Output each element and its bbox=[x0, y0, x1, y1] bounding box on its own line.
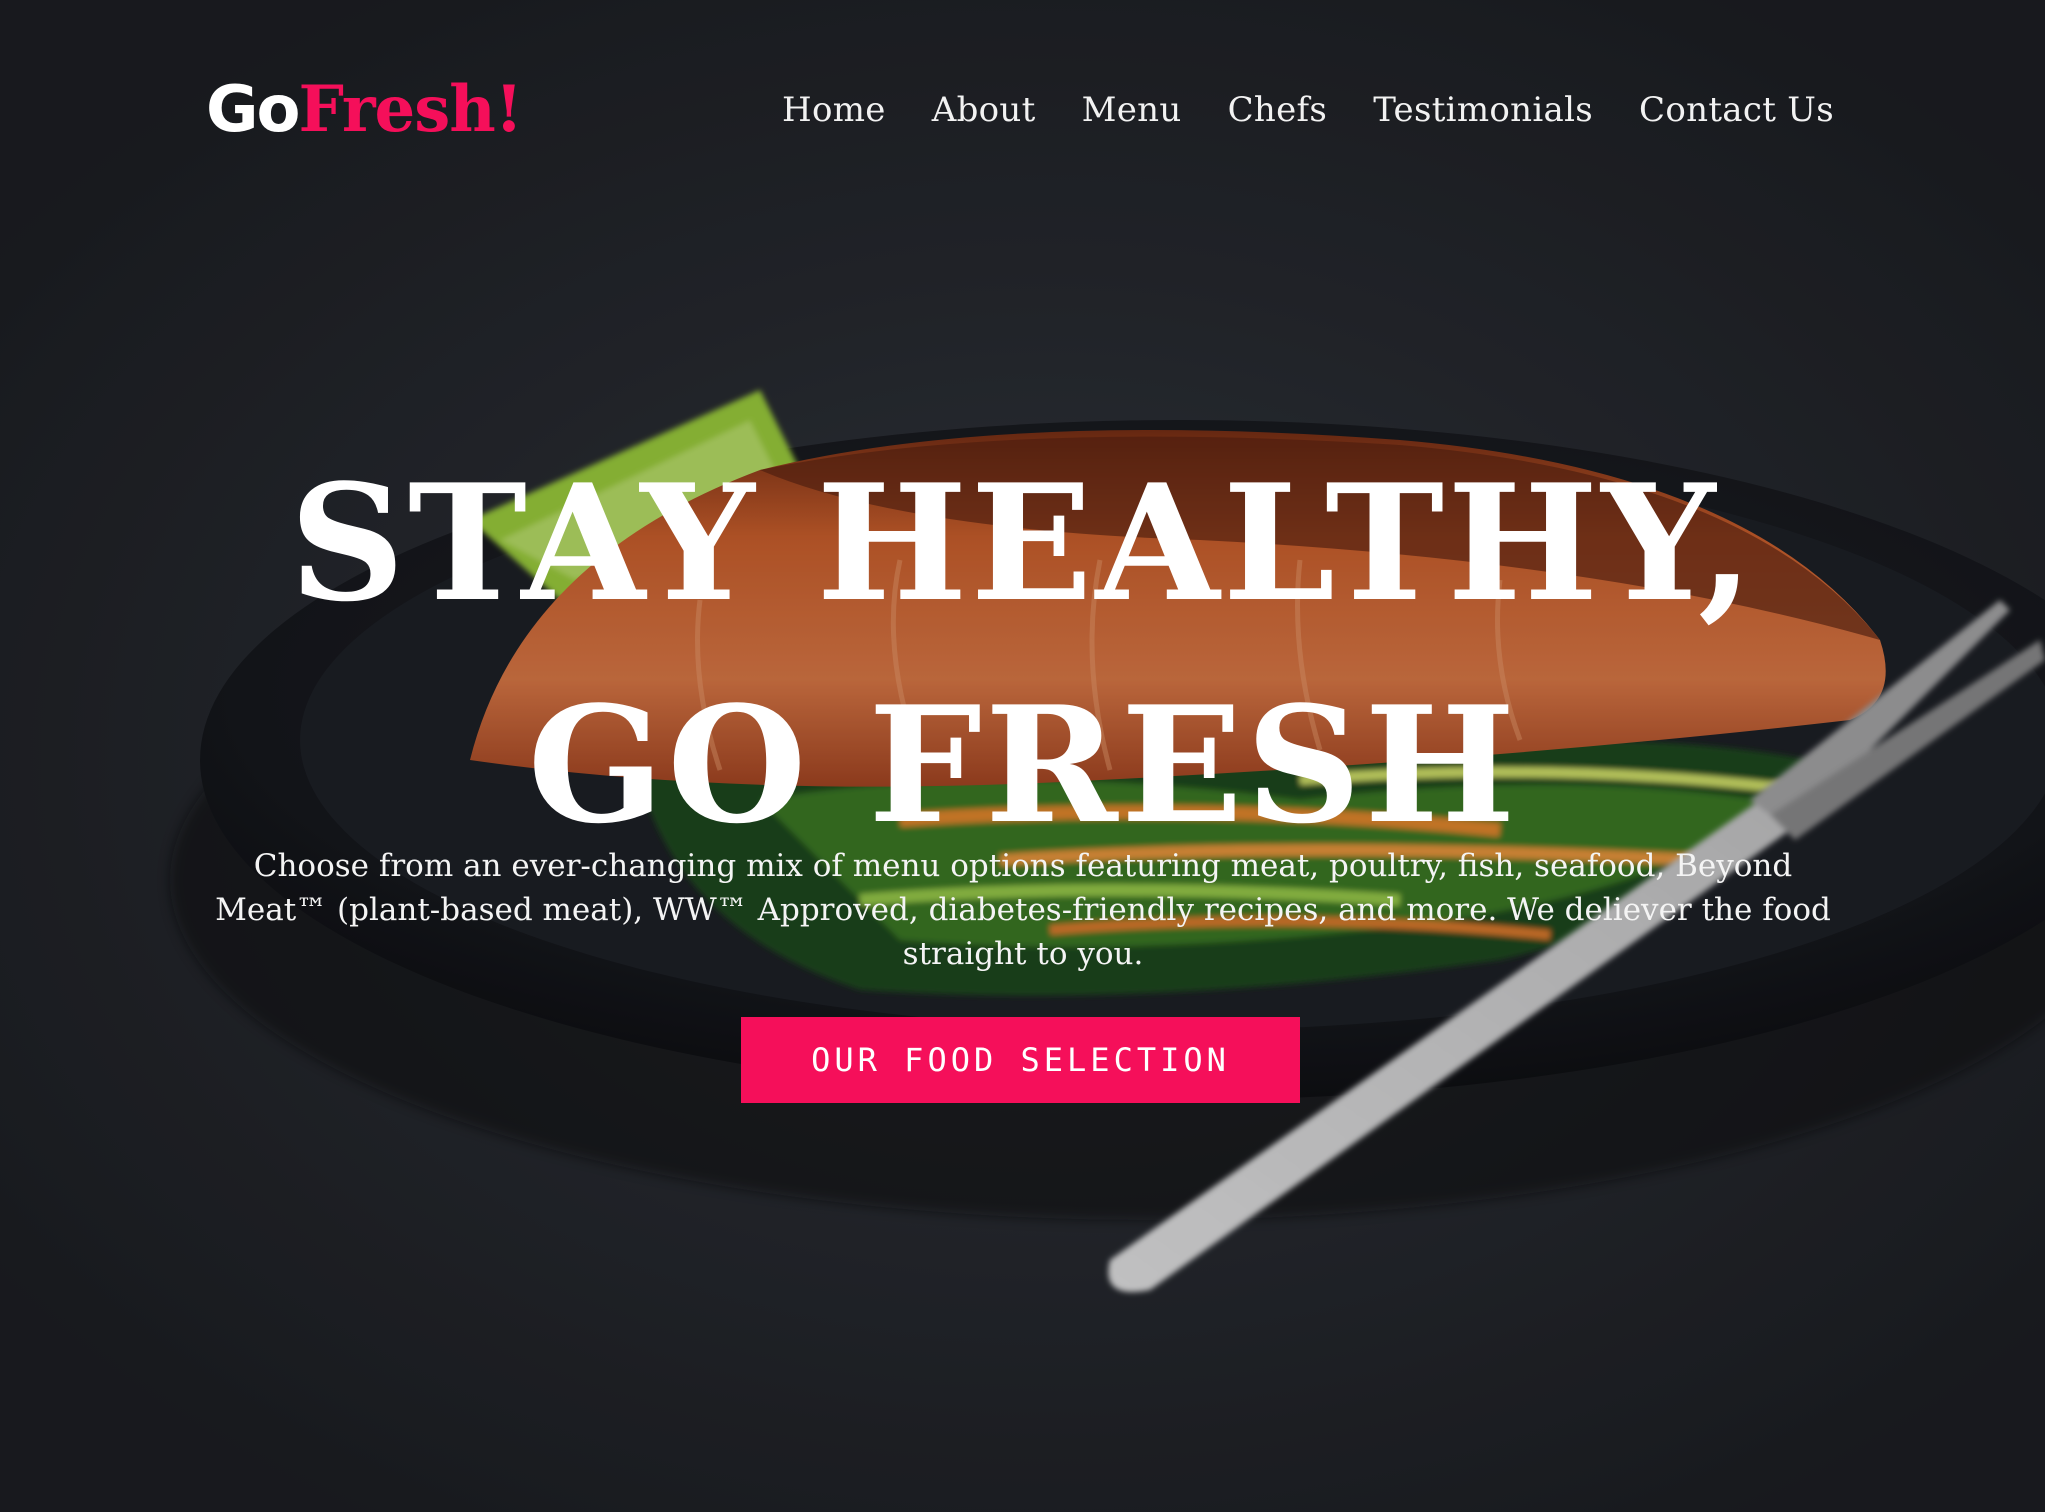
hero-title: STAY HEALTHY, GO FRESH bbox=[206, 432, 1840, 876]
site-header: GoFresh! Home About Menu Chefs Testimoni… bbox=[0, 0, 2045, 220]
hero-description: Choose from an ever-changing mix of menu… bbox=[215, 848, 1831, 972]
food-selection-button[interactable]: OUR FOOD SELECTION bbox=[741, 1017, 1300, 1103]
logo-part-go: Go bbox=[206, 73, 300, 147]
logo-part-fresh: Fresh! bbox=[298, 72, 523, 147]
nav-link-home[interactable]: Home bbox=[782, 86, 886, 134]
nav-link-about[interactable]: About bbox=[932, 86, 1036, 134]
brand-logo[interactable]: GoFresh! bbox=[206, 72, 523, 148]
main-nav: Home About Menu Chefs Testimonials Conta… bbox=[782, 86, 1834, 134]
nav-link-menu[interactable]: Menu bbox=[1082, 86, 1182, 134]
nav-link-chefs[interactable]: Chefs bbox=[1228, 86, 1328, 134]
nav-link-contact-us[interactable]: Contact Us bbox=[1639, 86, 1834, 134]
nav-link-testimonials[interactable]: Testimonials bbox=[1373, 86, 1593, 134]
hero-title-line-2: GO FRESH bbox=[527, 671, 1519, 859]
hero-title-line-1: STAY HEALTHY, bbox=[289, 449, 1757, 637]
